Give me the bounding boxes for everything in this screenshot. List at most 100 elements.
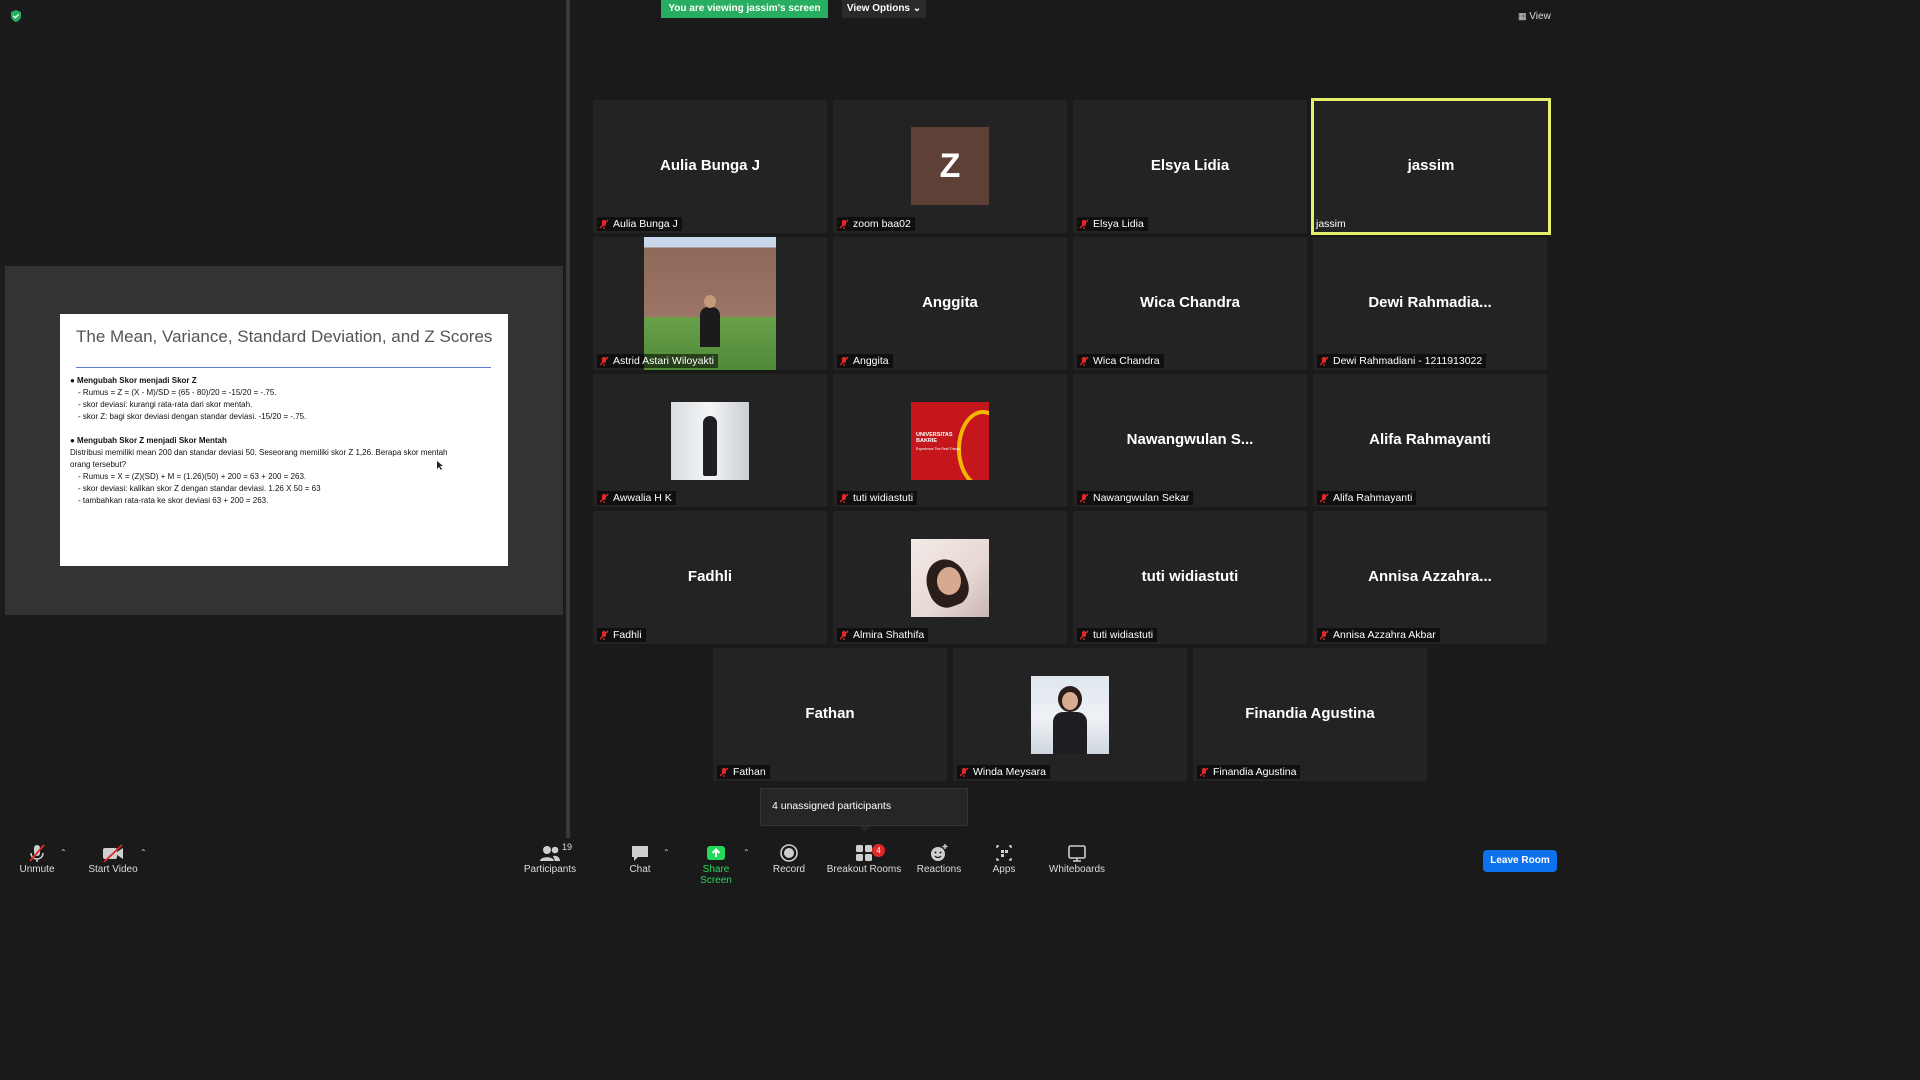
participant-name-text: Astrid Astari Wiloyakti xyxy=(613,355,714,367)
participant-display-name: Nawangwulan S... xyxy=(1126,431,1254,448)
mic-muted-icon xyxy=(839,493,849,503)
participant-tile[interactable]: Winda Meysara xyxy=(953,648,1187,781)
participant-name-text: Wica Chandra xyxy=(1093,355,1160,367)
participants-icon xyxy=(540,846,560,861)
view-button[interactable]: ▦ View xyxy=(1518,8,1560,24)
slide-line: - skor deviasi: kalikan skor Z dengan st… xyxy=(78,484,321,493)
avatar xyxy=(1031,676,1109,754)
participant-tile[interactable]: Astrid Astari Wiloyakti xyxy=(593,237,827,370)
share-screen-button[interactable]: Share Screen xyxy=(686,842,746,886)
avatar-logo: UNIVERSITAS BAKRIE Experience The Real T… xyxy=(911,402,989,480)
apps-icon xyxy=(996,845,1012,861)
participant-name-text: Fathan xyxy=(733,766,766,778)
breakout-rooms-button[interactable]: 4 Breakout Rooms xyxy=(826,842,902,875)
audio-options-caret[interactable]: ⌃ xyxy=(60,848,67,857)
participant-name-text: tuti widiastuti xyxy=(1093,629,1154,641)
mic-muted-icon xyxy=(839,630,849,640)
participant-video xyxy=(644,237,776,370)
slide-line: - tambahkan rata-rata ke skor deviasi 63… xyxy=(78,496,269,505)
participant-name-label: Fadhli xyxy=(597,628,646,642)
participant-tile[interactable]: Alifa Rahmayanti Alifa Rahmayanti xyxy=(1313,374,1547,507)
logo-tagline: Experience The Real Things xyxy=(916,447,961,451)
slide-bullet-heading: ● Mengubah Skor Z menjadi Skor Mentah xyxy=(70,436,227,445)
participant-display-name: Dewi Rahmadia... xyxy=(1368,294,1492,311)
chat-options-caret[interactable]: ⌃ xyxy=(663,848,670,857)
participant-name-label: Anggita xyxy=(837,354,893,368)
apps-label: Apps xyxy=(992,864,1016,875)
participant-display-name: Elsya Lidia xyxy=(1150,157,1230,174)
avatar-initial: Z xyxy=(939,147,961,185)
participant-tile[interactable]: Dewi Rahmadia... Dewi Rahmadiani - 12119… xyxy=(1313,237,1547,370)
participant-tile[interactable]: Awwalia H K xyxy=(593,374,827,507)
meeting-toolbar: Unmute ⌃ Start Video ⌃ 19 Participants C… xyxy=(0,838,1568,886)
apps-button[interactable]: Apps xyxy=(984,842,1024,875)
participant-tile[interactable]: Anggita Anggita xyxy=(833,237,1067,370)
participant-name-text: Nawangwulan Sekar xyxy=(1093,492,1190,504)
share-screen-icon xyxy=(707,846,725,860)
share-options-caret[interactable]: ⌃ xyxy=(743,848,750,857)
participant-tile[interactable]: Wica Chandra Wica Chandra xyxy=(1073,237,1307,370)
mic-muted-icon xyxy=(959,767,969,777)
mic-muted-icon xyxy=(719,767,729,777)
record-label: Record xyxy=(772,864,806,875)
participant-display-name: Fathan xyxy=(805,705,855,722)
participant-display-name: Fadhli xyxy=(687,568,733,585)
record-button[interactable]: Record xyxy=(769,842,809,875)
participant-tile-active-speaker[interactable]: jassim jassim xyxy=(1311,98,1551,235)
whiteboards-button[interactable]: Whiteboards xyxy=(1046,842,1108,875)
participant-name-text: Aulia Bunga J xyxy=(613,218,678,230)
participant-tile[interactable]: UNIVERSITAS BAKRIE Experience The Real T… xyxy=(833,374,1067,507)
reactions-icon xyxy=(931,844,948,861)
participants-button[interactable]: 19 Participants xyxy=(520,842,580,875)
participant-name-text: jassim xyxy=(1316,218,1346,230)
mic-muted-icon xyxy=(1199,767,1209,777)
participant-tile[interactable]: Finandia Agustina Finandia Agustina xyxy=(1193,648,1427,781)
participant-tile[interactable]: Z zoom baa02 xyxy=(833,100,1067,233)
participant-name-label: Aulia Bunga J xyxy=(597,217,682,231)
participant-tile[interactable]: Fathan Fathan xyxy=(713,648,947,781)
chat-label: Chat xyxy=(629,864,651,875)
mic-muted-icon xyxy=(1079,630,1089,640)
participant-name-label: Finandia Agustina xyxy=(1197,765,1301,779)
avatar xyxy=(671,402,749,480)
participant-tile[interactable]: tuti widiastuti tuti widiastuti xyxy=(1073,511,1307,644)
video-options-caret[interactable]: ⌃ xyxy=(140,848,147,857)
mic-muted-icon xyxy=(839,356,849,366)
slide-line: - skor deviasi: kurangi rata-rata dari s… xyxy=(78,400,253,409)
reactions-button[interactable]: Reactions xyxy=(914,842,964,875)
participants-count: 19 xyxy=(562,842,573,852)
person-figure xyxy=(703,416,717,476)
participant-tile[interactable]: Elsya Lidia Elsya Lidia xyxy=(1073,100,1307,233)
participant-tile[interactable]: Fadhli Fadhli xyxy=(593,511,827,644)
participant-display-name: Anggita xyxy=(922,294,978,311)
participant-tile[interactable]: Almira Shathifa xyxy=(833,511,1067,644)
reactions-label: Reactions xyxy=(916,864,962,875)
start-video-button[interactable]: Start Video xyxy=(82,842,144,875)
view-options-label: View Options xyxy=(846,3,910,14)
participant-name-label: Dewi Rahmadiani - 1211913022 xyxy=(1317,354,1487,368)
participant-tile[interactable]: Nawangwulan S... Nawangwulan Sekar xyxy=(1073,374,1307,507)
participant-display-name: Finandia Agustina xyxy=(1245,705,1375,722)
participant-tile[interactable]: Aulia Bunga J Aulia Bunga J xyxy=(593,100,827,233)
chat-button[interactable]: Chat xyxy=(620,842,660,875)
slide-line: - Rumus = X = (Z)(SD) + M = (1.26)(50) +… xyxy=(78,472,307,481)
slide-line: - Rumus = Z = (X - M)/SD = (65 - 80)/20 … xyxy=(78,388,277,397)
pane-divider-handle[interactable] xyxy=(566,0,570,838)
participant-name-label: Awwalia H K xyxy=(597,491,676,505)
participant-display-name: Aulia Bunga J xyxy=(659,157,760,174)
participant-name-label: Wica Chandra xyxy=(1077,354,1164,368)
leave-room-button[interactable]: Leave Room xyxy=(1483,850,1557,872)
participant-tile[interactable]: Annisa Azzahra... Annisa Azzahra Akbar xyxy=(1313,511,1547,644)
shield-icon[interactable] xyxy=(9,9,23,23)
view-options-button[interactable]: View Options ⌄ xyxy=(842,0,926,18)
breakout-rooms-badge: 4 xyxy=(872,844,885,857)
unassigned-participants-tooltip: 4 unassigned participants xyxy=(760,788,968,826)
participant-name-label: tuti widiastuti xyxy=(837,491,918,505)
participant-name-text: zoom baa02 xyxy=(853,218,911,230)
viewing-screen-banner: You are viewing jassim's screen xyxy=(661,0,828,18)
participant-name-text: Anggita xyxy=(853,355,889,367)
participant-name-label: Winda Meysara xyxy=(957,765,1050,779)
participants-label: Participants xyxy=(523,864,577,875)
unmute-button[interactable]: Unmute xyxy=(12,842,62,875)
mic-muted-icon xyxy=(1079,219,1089,229)
